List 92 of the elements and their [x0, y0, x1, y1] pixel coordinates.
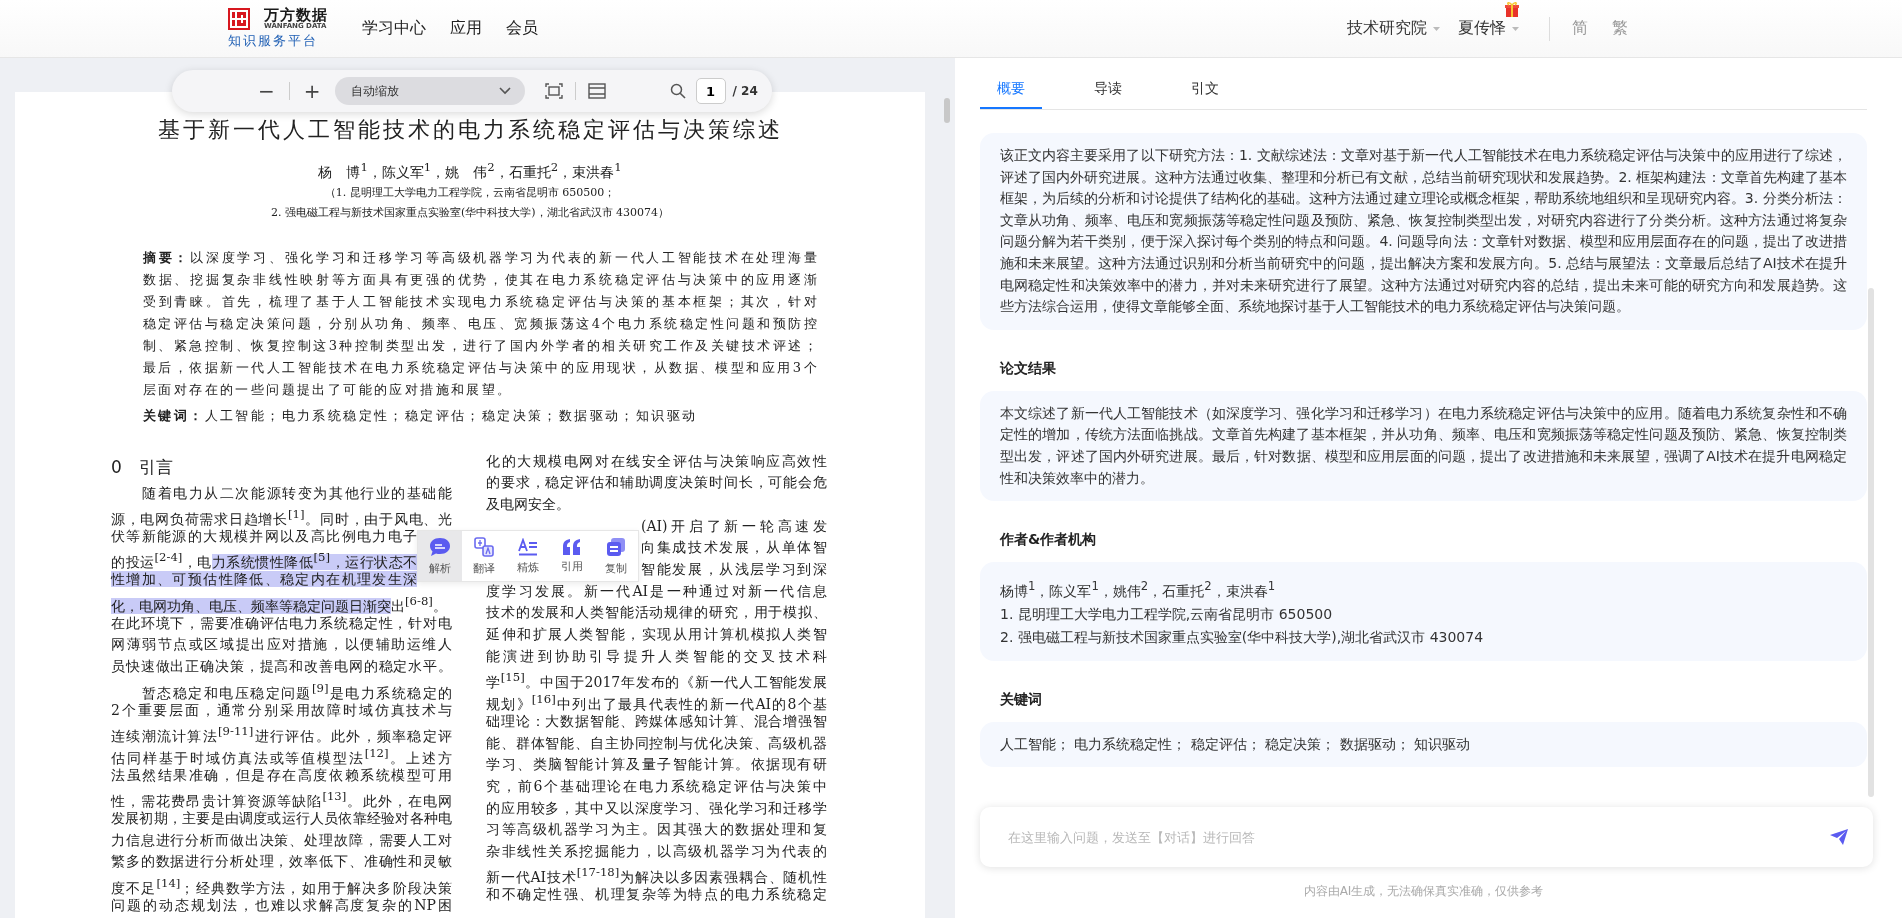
caret-icon [1433, 26, 1440, 31]
text-line: 和不确定性强、机理复杂等为特点的电力系统稳定 [486, 885, 827, 905]
text-line: 延伸和扩展人类智能，实现从用计算机模拟人类智 [486, 625, 827, 645]
zoom-out-button[interactable]: − [252, 79, 281, 103]
gift-icon [1504, 1, 1520, 17]
text-line: 力信息进行分析而做出决策、处理故障，需要人工对 [111, 830, 452, 850]
text-line: 问题的动态规划法，也难以求解高度复杂的NP困 [111, 895, 452, 915]
zoom-in-button[interactable]: + [297, 79, 327, 103]
section-heading: 关键词 [999, 690, 1043, 709]
summary-text: 该正文内容主要采用了以下研究方法：1. 文献综述法：文章对基于新一代人工智能技术在电力系统稳定评估与决策中的应用进行了综述，评述了国内外研究进展。这种方法通过收集、整理和分析已有文献，总结当前研究现状和发展趋势。2. 框架构建法：文章首先构建了基本框架，为后续的分析和讨论提供了结构化的基础。这种方法通过建立理论或概念框架，帮助系统地组织和呈现研究内容。3. 分类分析法：文章从功角、频率、电压和宽频振荡等稳定性问题及预防、紧急、恢复控制类型出发，对研究内容进行了分类分析。这种方法通过将复杂问题分解为若干类别，便于深入探讨每个类别的特点和问题。4. 问题导向法：文章针对数据、模型和应用层面存在的问题，提出了改进措施和未来展望。这种方法通过识别和分析当前研究中的问题，提出解决方案和发展方向。5. 总结与展望法：文章最后总结了AI技术在提升电网稳定性和决策效率中的潜力，并对未来研究进行了展望。这种方法通过对研究内容的总结，提出未来可能的研究方向和发展趋势。这些方法综合运用，使得文章能够全面、系统地探讨基于人工智能技术的电力系统稳定评估与决策问题。 [1000, 146, 1847, 317]
text-line: 度不足$^{[14]}$；经典数学方法，如用于解决多阶段决策 [111, 875, 452, 895]
search-icon[interactable] [669, 83, 686, 99]
text-line: 学$^{[15]}$。中国于2017年发布的《新一代人工智能发展 [486, 669, 827, 690]
section-heading: 作者&作者机构 [998, 531, 1098, 550]
text-line: 能演进到协助引导提升人类智能的交叉技术科 [486, 646, 827, 666]
zoom-select[interactable]: 自动缩放 [334, 77, 525, 105]
text-line: 的要求，稳定评估和辅助调度决策时间长，可能会危 [486, 473, 827, 493]
summary-text: 1. 昆明理工大学电力工程学院,云南省昆明市 650500 [1000, 604, 1334, 624]
summary-text: 本文综述了新一代人工智能技术（如深度学习、强化学习和迁移学习）在电力系统稳定评估与决策中的应用。随着电力系统复杂性和不确定性的增加，传统方法面临挑战。文章首先构建了基本框架，并从功角、频率、电压和宽频振荡等稳定性问题及预防、紧急、恢复控制类型出发，评述了国内外研究进展。最后，针对数据、模型和应用层面的问题，提出了改进措施和未来展望，强调了AI技术在提升电网稳定性和决策效率中的潜力。 [1000, 403, 1847, 488]
tab[interactable]: 引文 [1174, 76, 1236, 109]
keywords: 关键词：人工智能；电力系统稳定性；稳定评估；稳定决策；数据驱动；知识驱动 [143, 406, 699, 425]
text-line: (AI)开启了新一轮高速发 [641, 516, 827, 536]
copy-icon [606, 536, 626, 557]
tab[interactable]: 导读 [1077, 76, 1139, 109]
text-line: 发展初期，主要是由调度或运行人员依靠经验对各种电 [111, 809, 452, 828]
chat-input[interactable]: 在这里输入问题，发送至【对话】进行回答 [980, 807, 1873, 867]
text-line: 础理论：大数据智能、跨媒体感知计算、混合增强智 [486, 711, 827, 731]
summary-text: 杨博$^{1}$，陈义军$^{1}$，姚伟$^{2}$，石重托$^{2}$，束洪春$^{1}$ [1000, 578, 1277, 601]
text-line: 新一代AI技术$^{[17-18]}$为解决以多因素强耦合、随机性 [486, 864, 827, 885]
text-line: 技术的发展和人类智能活动规律的研究，用于模拟、 [486, 603, 827, 623]
text-line: 度学习发展。新一代AI是一种通过对新一代信息 [486, 581, 827, 601]
text-line: 智能发展，从浅层学习到深 [641, 560, 827, 580]
text-line: 暂态稳定和电压稳定问题$^{[9]}$是电力系统稳定的 [141, 679, 452, 700]
text-line: 杂非线性关系挖掘能力，以高级机器学习为代表的 [486, 842, 827, 862]
page-total: / 24 [732, 84, 758, 98]
text-line: 2个重要层面，通常分别采用故障时域仿真技术与 [111, 700, 452, 720]
translate-icon [474, 536, 494, 557]
summary-text: 2. 强电磁工程与新技术国家重点实验室(华中科技大学),湖北省武汉市 430074 [1000, 627, 1485, 647]
document-title: 基于新一代人工智能技术的电力系统稳定评估与决策综述 [156, 116, 784, 144]
text-line: 员快速做出正确决策，提高和改善电网的稳定水平。 [111, 657, 452, 677]
text-line: 化的大规模电网对在线安全评估与决策响应高效性 [486, 451, 827, 471]
tab[interactable]: 概要 [980, 76, 1042, 109]
nav-link[interactable]: 学习中心 [362, 18, 426, 39]
text-line: 规划》$^{[16]}$中列出了最具代表性的新一代AI的8个基 [486, 691, 827, 711]
text-line: 随着电力从二次能源转变为其他行业的基础能 [141, 483, 452, 503]
send-icon[interactable] [1830, 829, 1848, 845]
affiliation: 2. 强电磁工程与新技术国家重点实验室(华中科技大学)，湖北省武汉市 430074） [269, 204, 671, 221]
affiliation: （1. 昆明理工大学电力工程学院，云南省昆明市 650500； [323, 184, 617, 201]
text-line: 究，前6个基础理论在电力系统稳定评估与决策中 [486, 776, 827, 796]
scrollbar[interactable] [1868, 288, 1874, 797]
caret-icon [1512, 26, 1519, 31]
text-line: 性，需花费昂贵计算资源等缺陷$^{[13]}$。此外，在电网 [111, 788, 452, 808]
text-line: 网薄弱节点或区域提出应对措施，以便辅助运维人 [111, 635, 452, 655]
page-number-field[interactable]: 1 [695, 78, 726, 104]
section-heading: 论文结果 [999, 359, 1057, 378]
text-line: 学习、类脑智能计算及量子智能计算。依据现有研 [486, 755, 827, 775]
text-line: 习等高级机器学习为主。因其强大的数据处理和复 [486, 820, 827, 840]
menu-button[interactable]: 引用 [550, 531, 594, 581]
section-heading: 0 引言 [111, 455, 174, 479]
abstract: 摘要：以深度学习、强化学习和迁移学习等高级机器学习为代表的新一代人工智能技术在处理海量数据、挖掘复杂非线性映射等方面具有更强的优势，使其在电力系统稳定评估与决策中的应用逐渐受到青睐。首先，梳理了基于人工智能技术实现电力系统稳定评估与决策的基本框架；其次，针对稳定评估与稳定决策问题，分别从功角、频率、电压、宽频振荡这4个电力系统稳定性问题和预防控制、紧急控制、恢复控制这3种控制类型出发，进行了国内外学者的相关研究工作及关键技术评述；最后，依据新一代人工智能技术在电力系统稳定评估与决策中的应用现状，从数据、模型和应用3个层面对存在的一些问题提出了可能的应对措施和展望。 [143, 248, 819, 399]
text-line: 及电网安全。 [486, 495, 571, 515]
refine-icon [518, 537, 538, 556]
disclaimer: 内容由AI生成，无法确保真实准确，仅供参考 [1302, 883, 1545, 900]
chat-icon [429, 536, 451, 557]
author-list: 杨 博$^{1}$，陈义军$^{1}$，姚 伟$^{2}$，石重托$^{2}$，束洪春$^{1}$ [15, 156, 925, 183]
menu-button[interactable]: 解析 [418, 531, 462, 581]
text-line: 法虽然结果准确，但是存在高度依赖系统模型可用 [111, 765, 452, 785]
text-line: 源，电网负荷需求日趋增长$^{[1]}$。同时，由于风电、光 [111, 506, 452, 527]
text-line: 向集成技术发展，从单体智 [641, 538, 827, 558]
quote-icon [562, 538, 582, 555]
text-line: 估同样基于时域仿真法或等值模型法$^{[12]}$。上述方 [111, 744, 452, 765]
logo-icon [228, 7, 250, 30]
text-line: 在此环境下，需要准确评估电力系统稳定性，针对电 [111, 613, 452, 633]
scrollbar[interactable] [944, 98, 950, 123]
summary-text: 人工智能； 电力系统稳定性； 稳定评估； 稳定决策； 数据驱动； 知识驱动 [1000, 734, 1472, 754]
menu-button[interactable]: 复制 [594, 531, 638, 581]
logo-tagline: 知识服务平台 [228, 31, 319, 50]
text-line: 的应用较多，其中又以深度学习、强化学习和迁移学 [486, 798, 827, 818]
menu-button[interactable]: 翻译 [462, 531, 506, 581]
user-menu[interactable]: 夏传怿 [1458, 18, 1506, 37]
page-view-icon[interactable] [587, 83, 606, 99]
nav-link[interactable]: 会员 [506, 18, 538, 39]
chevron-down-icon [498, 87, 511, 95]
text-line: 繁多的数据进行分析处理，效率低下、准确性和灵敏 [111, 852, 452, 872]
nav-link[interactable]: 应用 [450, 18, 482, 39]
org-menu[interactable]: 技术研究院 [1347, 18, 1427, 39]
logo-name: 万方数据 [264, 7, 329, 23]
text-line: 能、群体智能、自主协同控制与优化决策、高级机器 [486, 733, 827, 753]
fit-page-icon[interactable] [544, 83, 563, 99]
menu-button[interactable]: 精炼 [506, 531, 550, 581]
text-line: 伏等新能源的大规模并网以及高比例电力电子 [111, 527, 417, 547]
text-line: 连续潮流计算法$^{[9-11]}$进行评估。此外，频率稳定评 [111, 723, 452, 743]
